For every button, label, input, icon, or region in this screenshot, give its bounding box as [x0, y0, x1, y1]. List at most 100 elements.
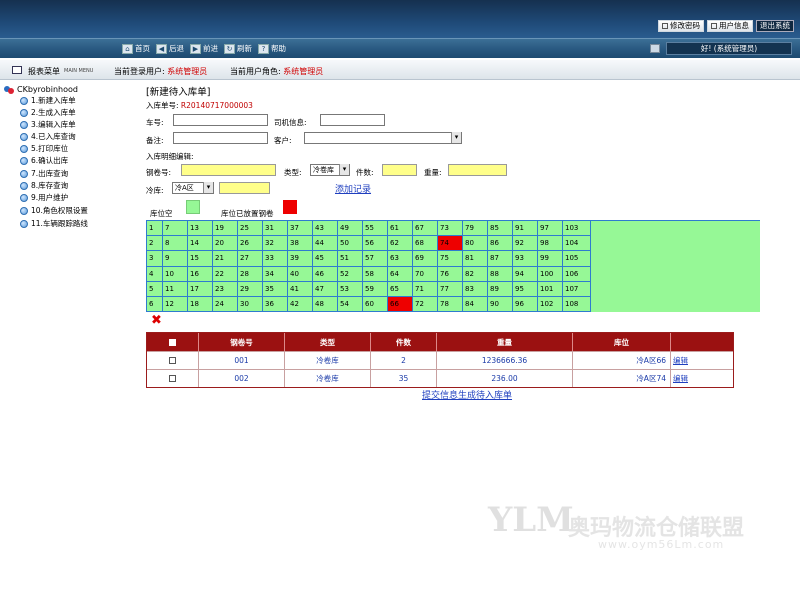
sidebar-item-stock-query[interactable]: 8.库存查询 [20, 180, 68, 191]
car-number-input[interactable] [173, 114, 268, 126]
remark-input[interactable] [173, 132, 268, 144]
storage-cell[interactable]: 67 [413, 221, 438, 237]
header-select-all[interactable] [147, 333, 199, 351]
storage-cell[interactable]: 79 [463, 221, 488, 237]
add-record-link[interactable]: 添加记录 [335, 182, 371, 195]
storage-cell[interactable]: 96 [513, 297, 538, 313]
count-input[interactable] [382, 164, 417, 176]
storage-cell[interactable]: 40 [288, 266, 313, 282]
select-all-checkbox[interactable] [169, 338, 176, 346]
storage-cell[interactable]: 12 [163, 297, 188, 313]
storage-cell[interactable]: 82 [463, 266, 488, 282]
row-checkbox[interactable] [169, 375, 176, 382]
storage-cell[interactable]: 76 [438, 266, 463, 282]
storage-cell[interactable]: 48 [313, 297, 338, 313]
storage-cell[interactable]: 26 [238, 236, 263, 252]
storage-cell[interactable]: 6 [147, 297, 163, 313]
storage-cell[interactable]: 43 [313, 221, 338, 237]
storage-cell[interactable]: 56 [363, 236, 388, 252]
storage-cell[interactable]: 23 [213, 281, 238, 297]
sidebar-item-print-location[interactable]: 5.打印库位 [20, 143, 68, 154]
storage-cell[interactable]: 27 [238, 251, 263, 267]
storage-cell[interactable]: 7 [163, 221, 188, 237]
storage-cell[interactable]: 102 [538, 297, 563, 313]
location-input[interactable] [219, 182, 270, 194]
storage-cell[interactable]: 28 [238, 266, 263, 282]
storage-cell[interactable]: 91 [513, 221, 538, 237]
storage-cell[interactable]: 4 [147, 266, 163, 282]
storage-cell[interactable]: 45 [313, 251, 338, 267]
storage-cell[interactable]: 89 [488, 281, 513, 297]
storage-cell[interactable]: 78 [438, 297, 463, 313]
storage-cell[interactable]: 13 [188, 221, 213, 237]
tree-root[interactable]: CKbyrobinhood [4, 84, 78, 94]
storage-cell[interactable]: 90 [488, 297, 513, 313]
sidebar-item-new-inbound[interactable]: 1.新建入库单 [20, 95, 76, 106]
nav-back[interactable]: ◀ 后退 [156, 43, 184, 54]
storage-cell[interactable]: 55 [363, 221, 388, 237]
storage-cell[interactable]: 19 [213, 221, 238, 237]
storage-cell[interactable]: 20 [213, 236, 238, 252]
storage-cell[interactable]: 2 [147, 236, 163, 252]
sidebar-item-vehicle-tracking[interactable]: 11.车辆跟踪路线 [20, 218, 88, 229]
storage-cell[interactable]: 88 [488, 266, 513, 282]
storage-cell[interactable]: 83 [463, 281, 488, 297]
storage-cell[interactable]: 62 [388, 236, 413, 252]
storage-cell[interactable]: 36 [263, 297, 288, 313]
storage-cell[interactable]: 39 [288, 251, 313, 267]
storage-cell[interactable]: 16 [188, 266, 213, 282]
storage-cell[interactable]: 59 [363, 281, 388, 297]
storage-cell[interactable]: 107 [563, 281, 591, 297]
storage-cell[interactable]: 46 [313, 266, 338, 282]
storage-cell[interactable]: 63 [388, 251, 413, 267]
logout-button[interactable]: 退出系统 [756, 20, 794, 32]
storage-cell[interactable]: 104 [563, 236, 591, 252]
storage-cell[interactable]: 14 [188, 236, 213, 252]
storage-cell[interactable]: 58 [363, 266, 388, 282]
storage-cell[interactable]: 53 [338, 281, 363, 297]
storage-cell[interactable]: 11 [163, 281, 188, 297]
storage-cell[interactable]: 31 [263, 221, 288, 237]
storage-cell[interactable]: 84 [463, 297, 488, 313]
nav-home[interactable]: ⌂ 首页 [122, 43, 150, 54]
storage-cell[interactable]: 10 [163, 266, 188, 282]
storage-cell[interactable]: 35 [263, 281, 288, 297]
storage-cell[interactable]: 75 [438, 251, 463, 267]
row-checkbox[interactable] [169, 357, 176, 364]
delete-icon[interactable]: ✖ [151, 314, 163, 327]
storage-cell[interactable]: 71 [413, 281, 438, 297]
storage-cell[interactable]: 98 [538, 236, 563, 252]
storage-cell[interactable]: 105 [563, 251, 591, 267]
storage-cell[interactable]: 52 [338, 266, 363, 282]
customer-select[interactable] [304, 132, 462, 144]
sidebar-item-inbound-query[interactable]: 4.已入库查询 [20, 131, 76, 142]
storage-cell[interactable]: 97 [538, 221, 563, 237]
nav-forward[interactable]: ▶ 前进 [190, 43, 218, 54]
storage-cell[interactable]: 73 [438, 221, 463, 237]
storage-cell[interactable]: 68 [413, 236, 438, 252]
storage-cell[interactable]: 77 [438, 281, 463, 297]
storage-cell[interactable]: 57 [363, 251, 388, 267]
storage-cell[interactable]: 69 [413, 251, 438, 267]
storage-cell[interactable]: 92 [513, 236, 538, 252]
storage-cell[interactable]: 32 [263, 236, 288, 252]
storage-cell[interactable]: 86 [488, 236, 513, 252]
storage-cell[interactable]: 3 [147, 251, 163, 267]
coil-number-input[interactable] [181, 164, 276, 176]
sidebar-item-user-maintenance[interactable]: 9.用户维护 [20, 192, 68, 203]
storage-cell[interactable]: 49 [338, 221, 363, 237]
storage-cell[interactable]: 64 [388, 266, 413, 282]
sidebar-item-role-permissions[interactable]: 10.角色权限设置 [20, 205, 88, 216]
storage-cell[interactable]: 101 [538, 281, 563, 297]
storage-cell[interactable]: 60 [363, 297, 388, 313]
edit-link[interactable]: 编辑 [673, 355, 688, 366]
storage-cell[interactable]: 66 [388, 297, 413, 313]
storage-cell[interactable]: 54 [338, 297, 363, 313]
storage-cell[interactable]: 95 [513, 281, 538, 297]
storage-cell[interactable]: 47 [313, 281, 338, 297]
storage-cell[interactable]: 106 [563, 266, 591, 282]
storage-cell[interactable]: 22 [213, 266, 238, 282]
storage-cell[interactable]: 8 [163, 236, 188, 252]
storage-cell[interactable]: 1 [147, 221, 163, 237]
storage-cell[interactable]: 17 [188, 281, 213, 297]
